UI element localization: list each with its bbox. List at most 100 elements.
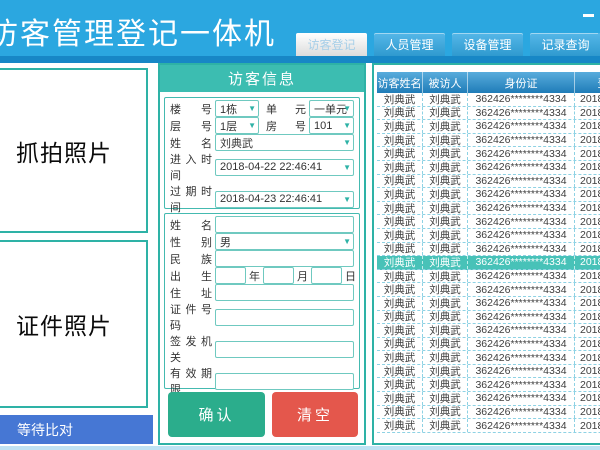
ethnicity-field[interactable] (215, 250, 354, 267)
table-cell: 刘典武 (377, 202, 423, 215)
table-row[interactable]: 刘典武刘典武362426********43342018-0 (377, 215, 600, 229)
table-cell: 2018-0 (575, 202, 600, 215)
table-cell: 刘典武 (423, 324, 468, 337)
table-cell: 2018-0 (575, 243, 600, 256)
table-cell: 刘典武 (377, 338, 423, 351)
table-cell: 刘典武 (423, 392, 468, 405)
table-row[interactable]: 刘典武刘典武362426********43342018-0 (377, 188, 600, 202)
table-cell: 2018-0 (575, 406, 600, 419)
table-cell: 刘典武 (377, 229, 423, 242)
table-cell: 刘典武 (423, 161, 468, 174)
table-row[interactable]: 刘典武刘典武362426********43342018-0 (377, 392, 600, 406)
birth-day-field[interactable] (311, 267, 342, 284)
compare-status-bar: 等待比对 (0, 415, 153, 444)
table-cell: 刘典武 (377, 93, 423, 106)
table-row[interactable]: 刘典武刘典武362426********43342018-0 (377, 120, 600, 134)
table-cell: 2018-0 (575, 175, 600, 188)
id-number-field[interactable] (215, 309, 354, 326)
table-row[interactable]: 刘典武刘典武362426********43342018-0 (377, 107, 600, 121)
chevron-down-icon: ▼ (343, 238, 351, 246)
minimize-icon[interactable] (583, 14, 594, 17)
table-row[interactable]: 刘典武刘典武362426********43342018-0 (377, 311, 600, 325)
building-select[interactable]: 1栋 ▼ (215, 100, 259, 117)
entry-time-select[interactable]: 2018-04-22 22:46:41 ▼ (215, 159, 354, 176)
table-cell: 刘典武 (423, 202, 468, 215)
birth-day-unit: 日 (345, 268, 356, 284)
confirm-button[interactable]: 确认 (168, 392, 265, 437)
table-cell: 刘典武 (377, 147, 423, 160)
table-cell: 刘典武 (377, 392, 423, 405)
table-row[interactable]: 刘典武刘典武362426********43342018-0 (377, 324, 600, 338)
clear-button[interactable]: 清空 (272, 392, 358, 437)
birth-month-field[interactable] (263, 267, 294, 284)
address-field[interactable] (215, 284, 354, 301)
table-row[interactable]: 刘典武刘典武362426********43342018-0 (377, 175, 600, 189)
floor-label: 层号 (170, 118, 212, 134)
gender-select[interactable]: 男 ▼ (215, 233, 354, 250)
table-cell: 刘典武 (377, 283, 423, 296)
tab-visitor-register[interactable]: 访客登记 (296, 33, 367, 56)
issuer-label: 签发机关 (170, 333, 212, 365)
issuer-field[interactable] (215, 341, 354, 358)
table-cell: 刘典武 (377, 378, 423, 391)
table-row-selected[interactable]: 刘典武刘典武362426********43342018-0 (377, 256, 600, 270)
table-row[interactable]: 刘典武刘典武362426********43342018-0 (377, 93, 600, 107)
tab-record-query[interactable]: 记录查询 (530, 33, 600, 56)
table-cell: 刘典武 (423, 297, 468, 310)
table-row[interactable]: 刘典武刘典武362426********43342018-0 (377, 297, 600, 311)
table-cell: 362426********4334 (468, 93, 575, 106)
expire-time-select[interactable]: 2018-04-23 22:46:41 ▼ (215, 191, 354, 208)
entry-time-label: 进入时间 (170, 151, 212, 183)
unit-select[interactable]: 一单元 ▼ (309, 100, 354, 117)
table-row[interactable]: 刘典武刘典武362426********43342018-0 (377, 351, 600, 365)
table-row[interactable]: 刘典武刘典武362426********43342018-0 (377, 270, 600, 284)
room-label: 房号 (266, 118, 306, 134)
table-cell: 362426********4334 (468, 161, 575, 174)
floor-select[interactable]: 1层 ▼ (215, 117, 259, 134)
chevron-down-icon: ▼ (343, 196, 351, 204)
table-cell: 362426********4334 (468, 256, 575, 269)
visitor-table-body: 刘典武刘典武362426********43342018-0刘典武刘典武3624… (377, 93, 600, 433)
table-row[interactable]: 刘典武刘典武362426********43342018-0 (377, 378, 600, 392)
table-row[interactable]: 刘典武刘典武362426********43342018-0 (377, 229, 600, 243)
id-photo-panel: 证件照片 (0, 240, 148, 408)
visitor-table-header: 访客姓名 被访人 身份证 登记时间 (377, 72, 600, 93)
visitor-name-select[interactable]: 刘典武 ▼ (215, 134, 354, 151)
table-cell: 362426********4334 (468, 243, 575, 256)
tab-personnel-management[interactable]: 人员管理 (374, 33, 445, 56)
header-id-card: 身份证 (468, 72, 575, 93)
table-cell: 362426********4334 (468, 120, 575, 133)
validity-field[interactable] (215, 373, 354, 390)
birth-year-field[interactable] (215, 267, 246, 284)
table-row[interactable]: 刘典武刘典武362426********43342018-0 (377, 243, 600, 257)
table-cell: 刘典武 (377, 215, 423, 228)
table-cell: 刘典武 (423, 175, 468, 188)
compare-status-text: 等待比对 (17, 420, 73, 440)
name-field[interactable] (215, 216, 354, 233)
table-row[interactable]: 刘典武刘典武362426********43342018-0 (377, 365, 600, 379)
table-cell: 刘典武 (423, 365, 468, 378)
table-cell: 2018-0 (575, 324, 600, 337)
table-cell: 362426********4334 (468, 107, 575, 120)
table-cell: 362426********4334 (468, 147, 575, 160)
header-register-time: 登记时间 (575, 72, 600, 93)
table-cell: 2018-0 (575, 378, 600, 391)
table-row[interactable]: 刘典武刘典武362426********43342018-0 (377, 406, 600, 420)
room-select[interactable]: 101 ▼ (309, 117, 354, 134)
table-row[interactable]: 刘典武刘典武362426********43342018-0 (377, 419, 600, 433)
table-row[interactable]: 刘典武刘典武362426********43342018-0 (377, 134, 600, 148)
table-row[interactable]: 刘典武刘典武362426********43342018-0 (377, 202, 600, 216)
table-cell: 刘典武 (377, 107, 423, 120)
building-label: 楼号 (170, 101, 212, 117)
table-cell: 362426********4334 (468, 270, 575, 283)
table-row[interactable]: 刘典武刘典武362426********43342018-0 (377, 283, 600, 297)
tab-device-management[interactable]: 设备管理 (452, 33, 523, 56)
table-cell: 刘典武 (423, 107, 468, 120)
table-row[interactable]: 刘典武刘典武362426********43342018-0 (377, 338, 600, 352)
birth-month-unit: 月 (297, 268, 308, 284)
birth-label: 出生 (170, 268, 212, 284)
table-cell: 362426********4334 (468, 134, 575, 147)
table-row[interactable]: 刘典武刘典武362426********43342018-0 (377, 147, 600, 161)
table-row[interactable]: 刘典武刘典武362426********43342018-0 (377, 161, 600, 175)
table-cell: 362426********4334 (468, 311, 575, 324)
